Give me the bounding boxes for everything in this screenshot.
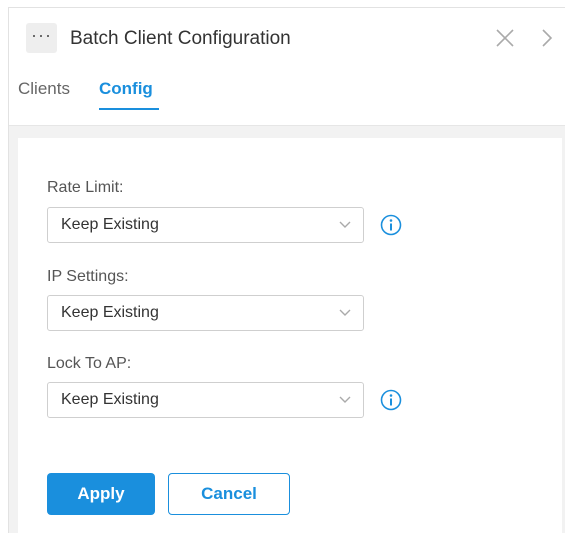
lock-to-ap-info-icon[interactable]: [380, 389, 402, 411]
lock-to-ap-value: Keep Existing: [61, 391, 159, 408]
chevron-down-icon: [339, 221, 351, 228]
cancel-button[interactable]: Cancel: [168, 473, 290, 515]
ip-settings-value: Keep Existing: [61, 304, 159, 321]
tab-clients[interactable]: Clients: [18, 79, 70, 99]
config-form-card: Rate Limit: Keep Existing IP Settings: K…: [18, 138, 562, 534]
rate-limit-select[interactable]: Keep Existing: [47, 207, 364, 243]
chevron-right-icon[interactable]: [540, 27, 554, 49]
close-icon[interactable]: [496, 29, 514, 47]
panel-title: Batch Client Configuration: [70, 28, 291, 49]
lock-to-ap-label: Lock To AP:: [47, 355, 132, 372]
active-tab-indicator: [99, 108, 159, 110]
lock-to-ap-select[interactable]: Keep Existing: [47, 382, 364, 418]
chevron-down-icon: [339, 396, 351, 403]
more-button[interactable]: ···: [26, 23, 57, 53]
apply-button[interactable]: Apply: [47, 473, 155, 515]
more-icon: ···: [31, 25, 52, 45]
ip-settings-label: IP Settings:: [47, 268, 129, 285]
panel-header: ··· Batch Client Configuration Clients C…: [9, 8, 565, 126]
batch-config-panel: ··· Batch Client Configuration Clients C…: [8, 7, 565, 534]
rate-limit-label: Rate Limit:: [47, 179, 124, 196]
rate-limit-value: Keep Existing: [61, 216, 159, 233]
chevron-down-icon: [339, 309, 351, 316]
rate-limit-info-icon[interactable]: [380, 214, 402, 236]
tab-config[interactable]: Config: [99, 79, 153, 99]
ip-settings-select[interactable]: Keep Existing: [47, 295, 364, 331]
